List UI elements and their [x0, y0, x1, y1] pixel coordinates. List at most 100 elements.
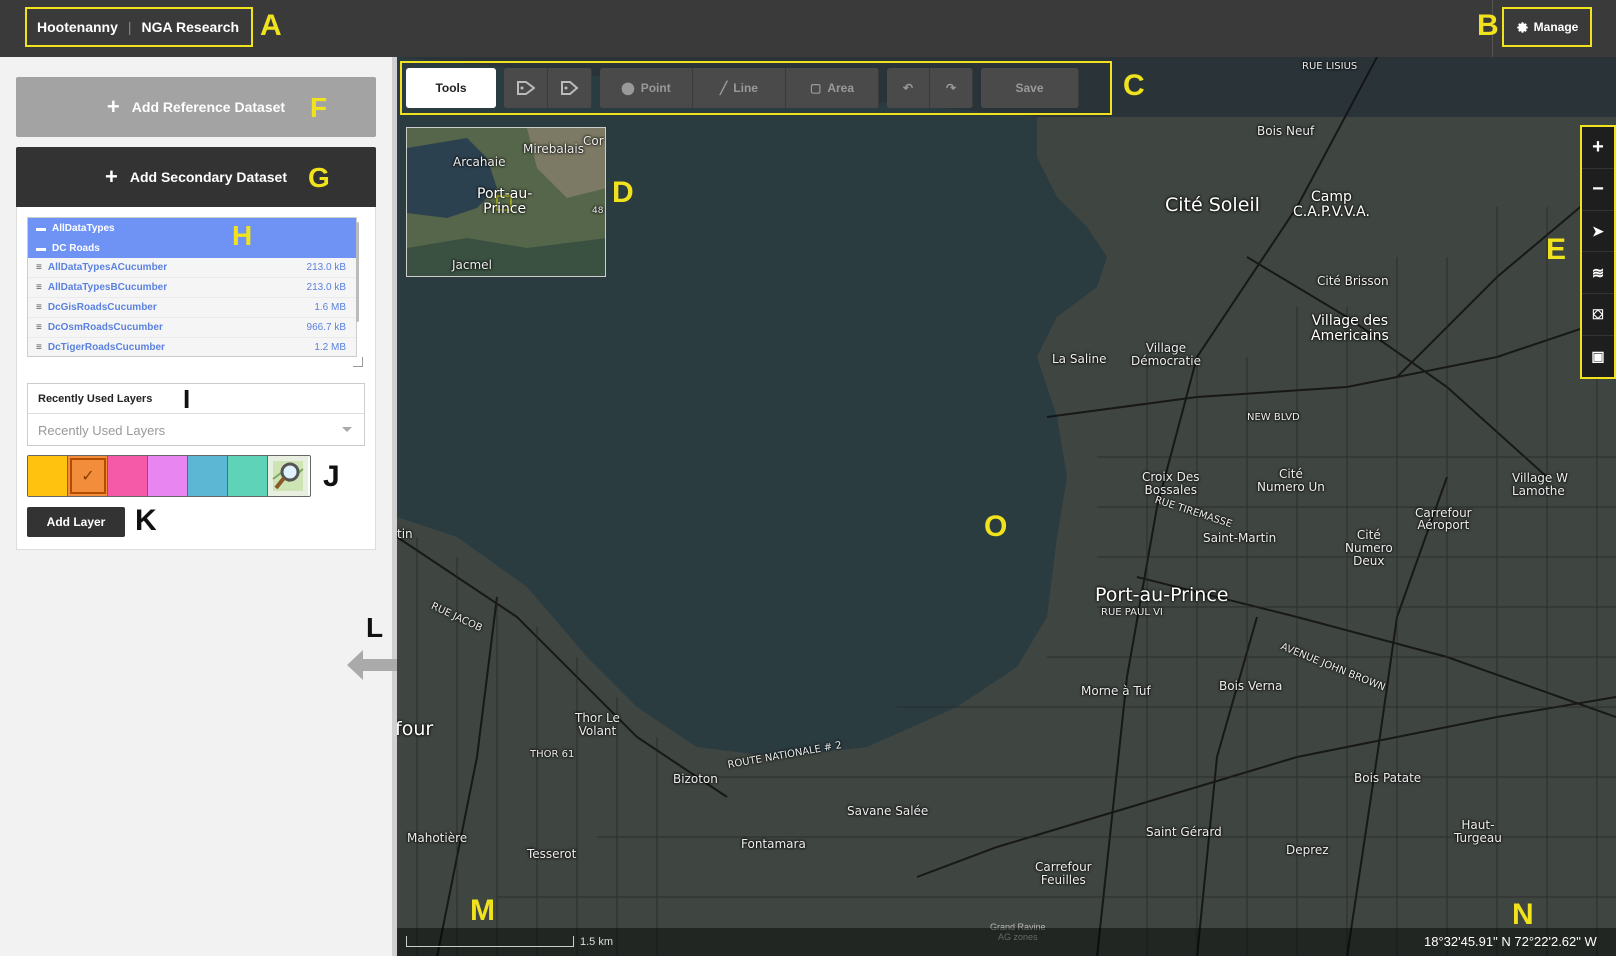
recent-layers-placeholder: Recently Used Layers [38, 422, 166, 438]
map-pin-icon: ⬤ [621, 81, 635, 95]
brand-separator: | [127, 19, 132, 35]
map-label: Village W Lamothe [1512, 471, 1568, 499]
plus-icon: + [106, 94, 120, 119]
map-label: Cité Numero Un [1257, 467, 1325, 495]
annotation-i: I [183, 384, 191, 414]
add-point-button[interactable]: ⬤ Point [600, 68, 693, 108]
color-palette [27, 455, 311, 497]
minimap-label: Port-au- Prince [477, 186, 533, 218]
annotation-d: D [612, 176, 634, 209]
map-label: NEW BLVD [1247, 412, 1300, 423]
chevron-down-icon [342, 427, 352, 432]
tags-icon [560, 81, 579, 95]
tree-file[interactable]: ≡ AllDataTypesBCucumber 213.0 kB [28, 278, 356, 298]
add-area-button[interactable]: ▢ Area [786, 68, 879, 108]
zoom-out-icon[interactable]: − [1582, 169, 1614, 211]
annotation-n: N [1512, 898, 1534, 931]
file-size: 213.0 kB [306, 282, 346, 293]
annotation-k: K [135, 504, 157, 537]
map-label: Saint Gérard [1146, 825, 1222, 839]
map-label: Savane Salée [847, 804, 929, 818]
tag-button-group [504, 68, 592, 108]
color-swatch-orange[interactable] [68, 456, 108, 496]
annotation-f: F [310, 92, 328, 123]
database-icon: ≡ [36, 322, 42, 333]
tree-file[interactable]: ≡ DcTigerRoadsCucumber 1.2 MB [28, 338, 356, 356]
file-size: 1.6 MB [314, 302, 346, 313]
geolocate-icon[interactable]: ➤ [1582, 211, 1614, 253]
tree-file[interactable]: ≡ AllDataTypesACucumber 213.0 kB [28, 258, 356, 278]
layers-icon[interactable]: ≋ [1582, 252, 1614, 295]
map-label: Thor Le Volant [575, 711, 620, 739]
add-line-button[interactable]: ╱ Line [693, 68, 786, 108]
folder-icon: ▬ [36, 242, 46, 254]
map-label: Carrefour Aéroport [1415, 506, 1472, 532]
map-label: Cité Numero Deux [1345, 528, 1393, 569]
edit-toolbar: Tools ⬤ Point ╱ Line ▢ Area ↶ ↷ Save [400, 61, 1112, 115]
area-label: Area [827, 81, 855, 95]
recent-layers-title: Recently Used Layers [28, 384, 364, 414]
map-label: Cité Soleil [1165, 194, 1260, 216]
draw-button-group: ⬤ Point ╱ Line ▢ Area [600, 68, 879, 108]
color-swatch-pink[interactable] [108, 456, 148, 496]
tree-scrollbar[interactable] [356, 222, 359, 322]
tree-file[interactable]: ≡ DcOsmRoadsCucumber 966.7 kB [28, 318, 356, 338]
undo-button[interactable]: ↶ [887, 68, 930, 108]
file-label: DcGisRoadsCucumber [47, 302, 157, 313]
color-swatch-teal[interactable] [228, 456, 268, 496]
annotation-b: B [1477, 9, 1499, 42]
tag-icon-button[interactable] [504, 68, 548, 108]
map-label: THOR 61 [530, 749, 575, 760]
minimap-label: Cor [583, 134, 604, 148]
shapes-icon[interactable]: ⛋ [1582, 294, 1614, 337]
map-label: four [397, 718, 434, 740]
database-icon: ≡ [36, 262, 42, 273]
zoom-in-icon[interactable]: + [1582, 127, 1614, 169]
app-brand[interactable]: Hootenanny | NGA Research [25, 7, 254, 47]
database-icon: ≡ [36, 282, 42, 293]
magnifier-icon [272, 461, 304, 491]
project-name: NGA Research [141, 19, 240, 35]
app-name: Hootenanny [37, 19, 118, 35]
color-swatch-violet[interactable] [148, 456, 188, 496]
recent-layers-select[interactable]: Recently Used Layers [28, 414, 364, 446]
osm-magnifier-icon[interactable] [268, 456, 308, 496]
minimap-label: Jacmel [452, 258, 492, 272]
tree-file[interactable]: ≡ DcGisRoadsCucumber 1.6 MB [28, 298, 356, 318]
folder-icon: ▬ [36, 222, 46, 234]
annotation-o: O [984, 510, 1008, 543]
folder-label: AllDataTypes [52, 222, 115, 234]
tags-icon-button[interactable] [548, 68, 592, 108]
overview-minimap[interactable]: Mirebalais Arcahaie Cor Port-au- Prince … [406, 127, 606, 277]
tree-folder-dc-roads[interactable]: ▬ DC Roads [28, 238, 356, 258]
map-label: Port-au-Prince [1095, 584, 1229, 606]
folder-label: DC Roads [52, 242, 100, 254]
manage-button[interactable]: Manage [1502, 7, 1592, 47]
add-reference-label: Add Reference Dataset [131, 99, 286, 115]
map-label: Mahotière [407, 831, 468, 845]
archive-icon[interactable]: ▣ [1582, 336, 1614, 377]
annotation-g: G [308, 162, 330, 193]
minimap-label: Mirebalais [523, 142, 584, 156]
map-label: RUE PAUL VI [1101, 607, 1163, 618]
redo-button[interactable]: ↷ [930, 68, 973, 108]
save-button[interactable]: Save [981, 68, 1079, 108]
minimap-label: 48 [592, 206, 604, 216]
tools-button[interactable]: Tools [406, 68, 496, 108]
tree-folder-alldatatypes[interactable]: ▬ AllDataTypes [28, 218, 356, 238]
tree-resize-handle[interactable] [353, 357, 363, 367]
color-swatch-yellow[interactable] [28, 456, 68, 496]
file-label: AllDataTypesBCucumber [47, 282, 168, 293]
line-icon: ╱ [720, 81, 728, 95]
map-label: Bois Patate [1354, 771, 1422, 785]
dataset-tree[interactable]: ▬ AllDataTypes ▬ DC Roads ≡ AllDataTypes… [27, 217, 357, 357]
database-icon: ≡ [36, 302, 42, 313]
redo-icon: ↷ [945, 81, 957, 95]
area-icon: ▢ [809, 81, 822, 95]
add-layer-button[interactable]: Add Layer [27, 507, 125, 537]
map-label: Haut- Turgeau [1454, 818, 1502, 846]
map-label: La Saline [1052, 352, 1107, 366]
manage-label: Manage [1533, 20, 1579, 34]
map-label: Morne à Tuf [1081, 684, 1151, 698]
color-swatch-blue[interactable] [188, 456, 228, 496]
